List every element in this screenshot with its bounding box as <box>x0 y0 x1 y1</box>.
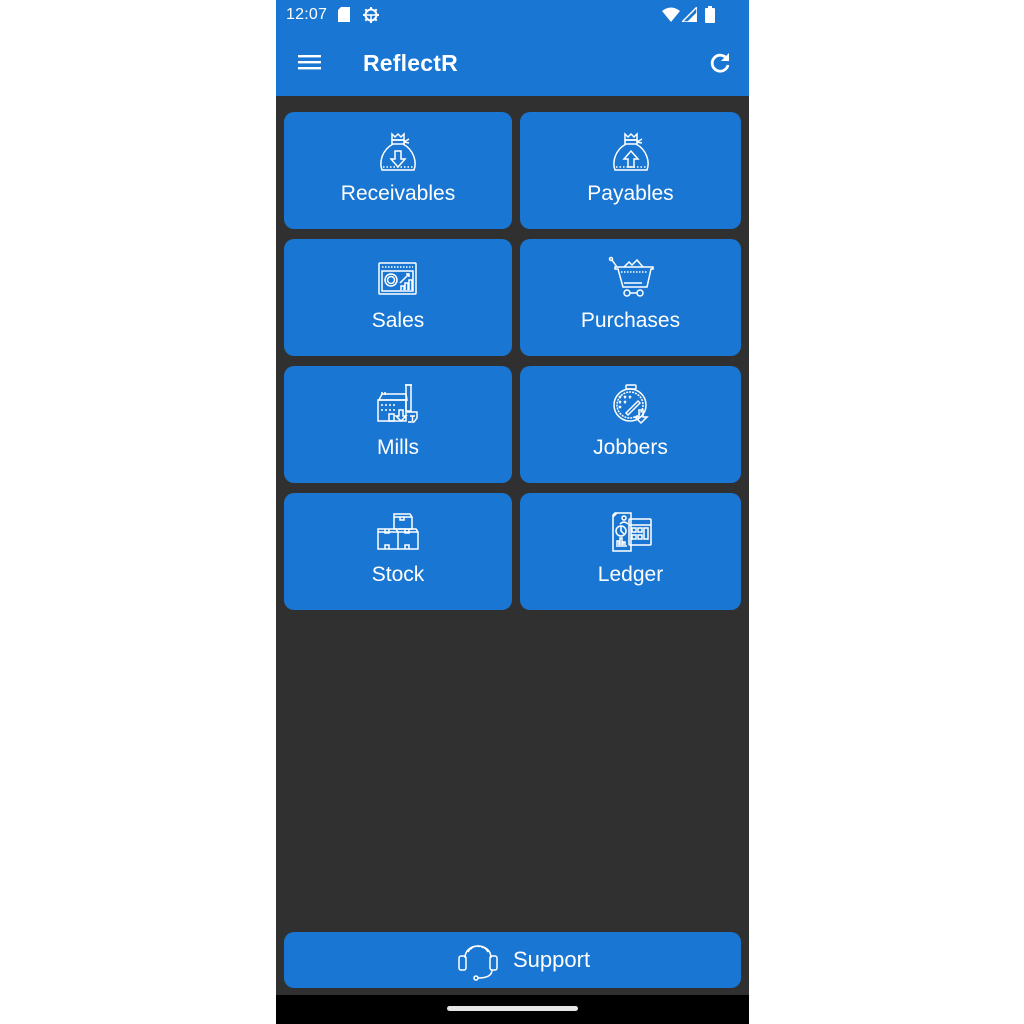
shopping-cart-icon <box>607 255 655 303</box>
status-time: 12:07 <box>286 6 328 23</box>
factory-icon <box>374 382 422 430</box>
tile-receivables[interactable]: Receivables <box>284 112 512 229</box>
sd-card-icon <box>338 7 350 22</box>
signal-icon <box>682 7 697 22</box>
wifi-icon <box>662 7 680 22</box>
support-label: Support <box>513 947 591 972</box>
tile-jobbers[interactable]: Jobbers <box>520 366 741 483</box>
tile-label: Payables <box>587 182 674 205</box>
tile-label: Stock <box>371 563 425 586</box>
menu-icon[interactable] <box>298 52 322 72</box>
headset-icon <box>456 938 500 982</box>
money-bag-down-icon <box>374 128 422 176</box>
battery-icon <box>705 6 715 23</box>
app-bar: ReflectR <box>276 30 749 96</box>
tile-ledger[interactable]: Ledger <box>520 493 741 610</box>
support-button[interactable]: Support <box>284 932 741 988</box>
tile-purchases[interactable]: Purchases <box>520 239 741 356</box>
phone-screen: 12:07 ReflectR Receivables Payables Sale… <box>276 0 749 1024</box>
tile-label: Jobbers <box>593 436 668 459</box>
tile-stock[interactable]: Stock <box>284 493 512 610</box>
tile-sales[interactable]: Sales <box>284 239 512 356</box>
tile-mills[interactable]: Mills <box>284 366 512 483</box>
settings-gear-icon <box>362 6 380 24</box>
boxes-icon <box>374 509 422 557</box>
tile-label: Ledger <box>597 563 664 586</box>
tile-label: Sales <box>371 309 425 332</box>
embroidery-hoop-icon <box>607 382 655 430</box>
home-gesture-handle[interactable] <box>447 1006 578 1011</box>
tile-label: Receivables <box>340 182 456 205</box>
system-nav-bar <box>276 995 749 1024</box>
refresh-icon[interactable] <box>708 51 732 75</box>
tile-payables[interactable]: Payables <box>520 112 741 229</box>
tile-label: Purchases <box>580 309 681 332</box>
ledger-calculator-icon <box>607 509 655 557</box>
money-bag-up-icon <box>607 128 655 176</box>
sales-chart-icon <box>374 255 422 303</box>
app-title: ReflectR <box>363 50 458 76</box>
tile-label: Mills <box>377 436 419 459</box>
status-bar: 12:07 <box>276 0 749 30</box>
